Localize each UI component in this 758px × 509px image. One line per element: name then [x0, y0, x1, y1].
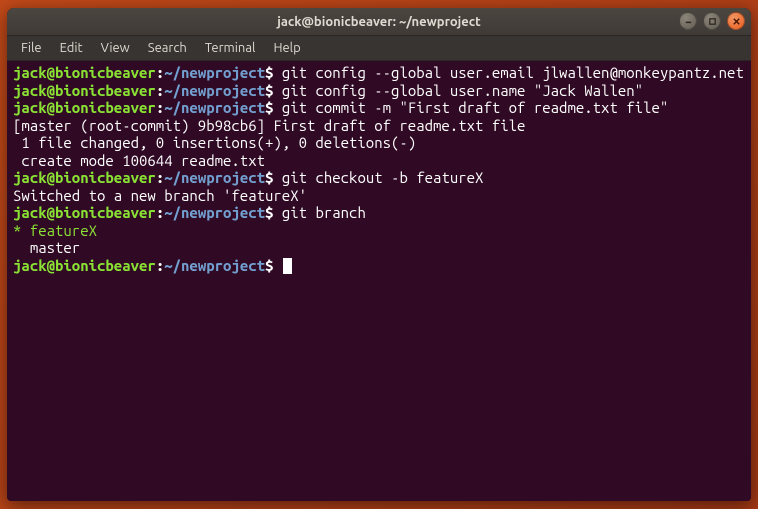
- terminal-line: jack@bionicbeaver:~/newproject$: [13, 257, 745, 275]
- cursor: [283, 258, 292, 274]
- prompt-path: ~/newproject: [164, 82, 265, 99]
- terminal-line: create mode 100644 readme.txt: [13, 152, 745, 170]
- close-button[interactable]: [727, 12, 745, 30]
- minimize-icon: [684, 17, 693, 26]
- prompt-sigil: $: [265, 204, 282, 221]
- menu-file[interactable]: File: [13, 38, 50, 58]
- output-text: 1 file changed, 0 insertions(+), 0 delet…: [13, 134, 416, 151]
- menu-search[interactable]: Search: [140, 38, 195, 58]
- prompt-user-host: jack@bionicbeaver: [13, 99, 156, 116]
- output-text: create mode 100644 readme.txt: [13, 152, 265, 169]
- output-text: master: [13, 239, 80, 256]
- prompt-sigil: $: [265, 169, 282, 186]
- terminal-line: [master (root-commit) 9b98cb6] First dra…: [13, 117, 745, 135]
- window-controls: [679, 12, 745, 30]
- prompt-path: ~/newproject: [164, 64, 265, 81]
- command-text: git config --global user.name "Jack Wall…: [282, 82, 643, 99]
- prompt-separator: :: [156, 169, 164, 186]
- output-text: [master (root-commit) 9b98cb6] First dra…: [13, 117, 525, 134]
- menubar: File Edit View Search Terminal Help: [7, 36, 751, 61]
- output-text: Switched to a new branch 'featureX': [13, 187, 307, 204]
- terminal-window: jack@bionicbeaver: ~/newproject File Edi…: [7, 8, 751, 501]
- terminal-line: * featureX: [13, 222, 745, 240]
- terminal-line: jack@bionicbeaver:~/newproject$ git conf…: [13, 64, 745, 82]
- close-icon: [732, 17, 741, 26]
- prompt-user-host: jack@bionicbeaver: [13, 64, 156, 81]
- prompt-sigil: $: [265, 82, 282, 99]
- window-title: jack@bionicbeaver: ~/newproject: [277, 15, 480, 29]
- terminal-line: 1 file changed, 0 insertions(+), 0 delet…: [13, 134, 745, 152]
- maximize-button[interactable]: [703, 12, 721, 30]
- prompt-sigil: $: [265, 99, 282, 116]
- prompt-path: ~/newproject: [164, 169, 265, 186]
- prompt-sigil: $: [265, 64, 282, 81]
- prompt-path: ~/newproject: [164, 204, 265, 221]
- minimize-button[interactable]: [679, 12, 697, 30]
- prompt-path: ~/newproject: [164, 257, 265, 274]
- menu-edit[interactable]: Edit: [52, 38, 91, 58]
- command-text: git config --global user.email jlwallen@…: [282, 64, 744, 81]
- prompt-user-host: jack@bionicbeaver: [13, 169, 156, 186]
- command-text: git branch: [282, 204, 366, 221]
- terminal-line: jack@bionicbeaver:~/newproject$ git comm…: [13, 99, 745, 117]
- prompt-path: ~/newproject: [164, 99, 265, 116]
- prompt-separator: :: [156, 64, 164, 81]
- terminal-line: Switched to a new branch 'featureX': [13, 187, 745, 205]
- prompt-separator: :: [156, 82, 164, 99]
- menu-terminal[interactable]: Terminal: [197, 38, 264, 58]
- titlebar: jack@bionicbeaver: ~/newproject: [7, 8, 751, 36]
- prompt-sigil: $: [265, 257, 282, 274]
- prompt-separator: :: [156, 204, 164, 221]
- prompt-separator: :: [156, 257, 164, 274]
- terminal-line: master: [13, 239, 745, 257]
- terminal-line: jack@bionicbeaver:~/newproject$ git conf…: [13, 82, 745, 100]
- menu-view[interactable]: View: [93, 38, 138, 58]
- prompt-separator: :: [156, 99, 164, 116]
- terminal-viewport[interactable]: jack@bionicbeaver:~/newproject$ git conf…: [7, 61, 751, 501]
- maximize-icon: [708, 17, 717, 26]
- branch-current: * featureX: [13, 222, 97, 239]
- prompt-user-host: jack@bionicbeaver: [13, 204, 156, 221]
- command-text: git commit -m "First draft of readme.txt…: [282, 99, 668, 116]
- menu-help[interactable]: Help: [265, 38, 308, 58]
- prompt-user-host: jack@bionicbeaver: [13, 257, 156, 274]
- command-text: git checkout -b featureX: [282, 169, 484, 186]
- prompt-user-host: jack@bionicbeaver: [13, 82, 156, 99]
- terminal-line: jack@bionicbeaver:~/newproject$ git bran…: [13, 204, 745, 222]
- terminal-line: jack@bionicbeaver:~/newproject$ git chec…: [13, 169, 745, 187]
